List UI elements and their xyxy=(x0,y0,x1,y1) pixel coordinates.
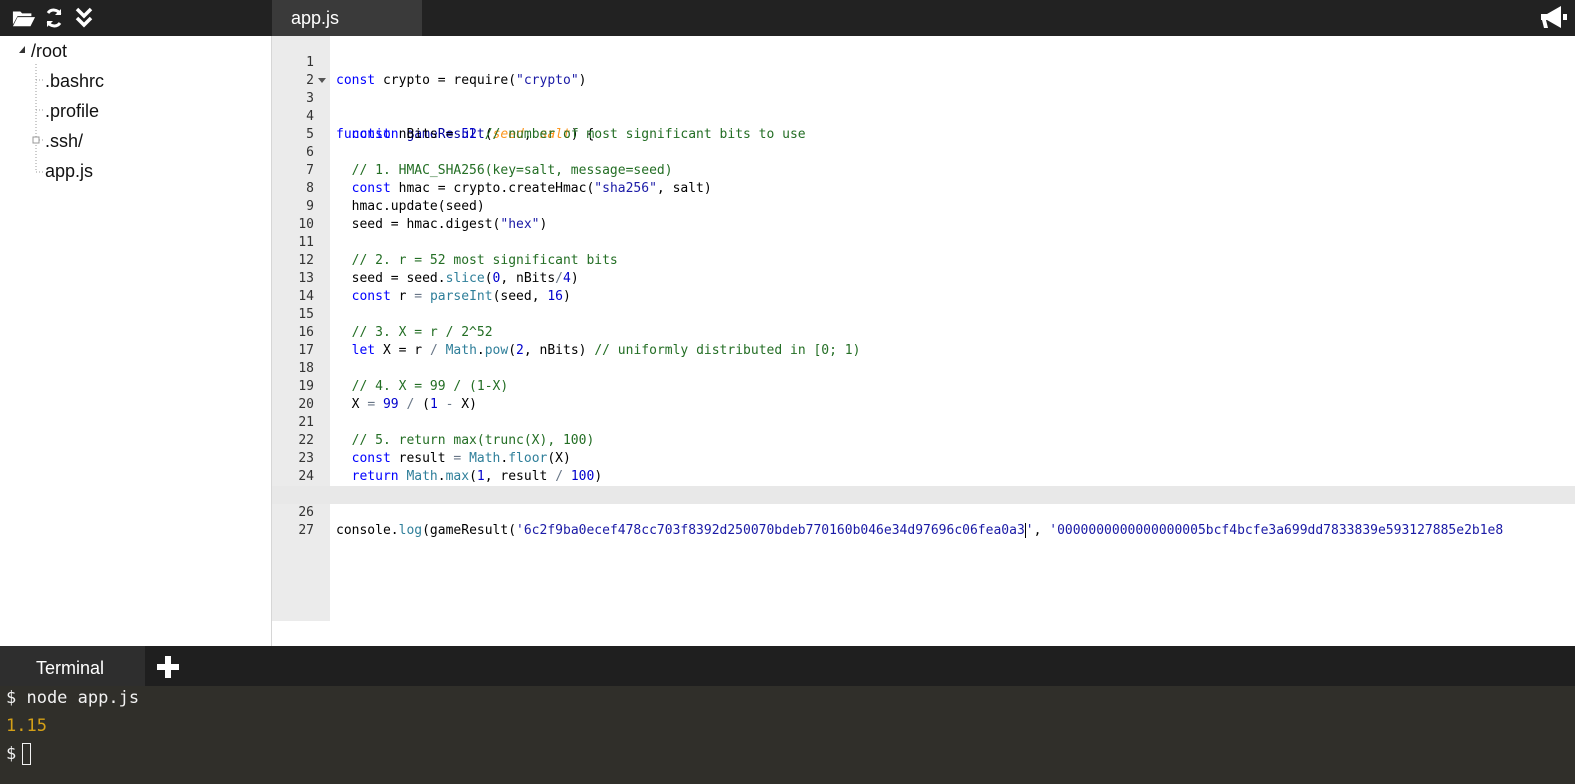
code-line: 6 // 1. HMAC_SHA256(key=salt, message=se… xyxy=(306,145,673,178)
code-line: 4 const nBits = 52 // number of most sig… xyxy=(306,109,806,142)
code-line: 2 xyxy=(306,73,314,88)
refresh-icon[interactable] xyxy=(42,6,66,30)
code-line: 14 xyxy=(298,289,314,304)
code-line: 10 xyxy=(298,217,314,232)
terminal-cursor xyxy=(22,743,32,765)
code-line: 3 function gameResult(seed, salt) { xyxy=(272,72,1575,142)
tab-terminal[interactable]: Terminal xyxy=(0,646,145,686)
code-line: 12 seed = seed.slice(0, nBits/4) xyxy=(298,253,579,286)
tab-app-js[interactable]: app.js xyxy=(272,0,422,36)
code-line: 19 X = 99 / (1 - X) xyxy=(298,379,477,412)
code-line: 20 xyxy=(298,397,314,412)
tree-item-bashrc[interactable]: .bashrc xyxy=(45,70,104,92)
tree-item-app-js[interactable]: app.js xyxy=(45,160,93,182)
fold-arrow-icon[interactable] xyxy=(318,78,326,83)
code-line: 22 const result = Math.floor(X) xyxy=(298,433,571,466)
tree-item-ssh-folder[interactable]: .ssh/ xyxy=(45,130,83,152)
terminal-command: $ node app.js xyxy=(6,688,140,708)
code-line: 9 seed = hmac.digest("hex") xyxy=(306,199,548,232)
tree-root-folder[interactable]: /root xyxy=(31,40,67,62)
code-line: 17 xyxy=(298,343,314,358)
terminal-header: Terminal xyxy=(0,646,1575,686)
code-line: 15 // 3. X = r / 2^52 xyxy=(298,307,493,340)
code-line: 11 // 2. r = 52 most significant bits xyxy=(298,235,618,268)
file-tree: /root .bashrc .profile .ssh/ app.js xyxy=(0,36,272,646)
folder-open-icon[interactable] xyxy=(12,6,36,30)
code-line-active: 26 console.log(gameResult('6c2f9ba0ecef4… xyxy=(272,486,1575,538)
terminal-prompt: $ xyxy=(6,744,17,764)
code-line: 16 let X = r / Math.pow(2, nBits) // uni… xyxy=(298,325,861,358)
code-line: 18 // 4. X = 99 / (1-X) xyxy=(298,361,509,394)
terminal-body[interactable]: $ node app.js 1.15 $ xyxy=(0,686,1575,784)
code-line: 23 return Math.max(1, result / 100) xyxy=(298,451,603,484)
code-line: 25 xyxy=(272,468,1575,502)
code-line: 5 xyxy=(306,127,314,142)
tree-item-profile[interactable]: .profile xyxy=(45,100,99,122)
double-chevron-down-icon[interactable] xyxy=(72,6,96,30)
code-line: 7 const hmac = crypto.createHmac("sha256… xyxy=(306,163,712,196)
code-line: 24 } xyxy=(298,469,343,502)
top-bar: app.js xyxy=(0,0,1575,36)
code-line: 27 xyxy=(298,523,314,538)
code-editor[interactable]: 1 const crypto = require("crypto") 2 3 f… xyxy=(272,36,1575,646)
toolbar-icons xyxy=(12,3,96,33)
megaphone-icon[interactable] xyxy=(1539,4,1569,32)
code-line: 13 const r = parseInt(seed, 16) xyxy=(298,271,571,304)
terminal-prompt-line[interactable]: $ xyxy=(6,743,32,765)
terminal-output: 1.15 xyxy=(6,716,47,736)
code-line: 21 // 5. return max(trunc(X), 100) xyxy=(298,415,595,448)
code-line: 8 hmac.update(seed) xyxy=(306,181,485,214)
code-line: 1 const crypto = require("crypto") xyxy=(306,55,587,88)
add-terminal-icon[interactable] xyxy=(155,654,181,680)
